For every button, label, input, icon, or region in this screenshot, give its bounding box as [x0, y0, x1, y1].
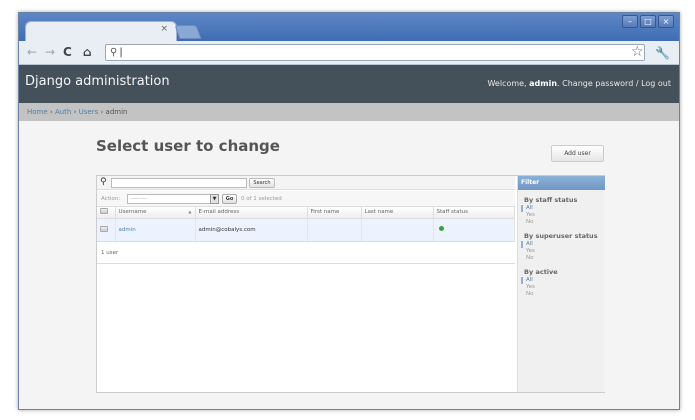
breadcrumb-separator: ›	[100, 108, 104, 116]
search-icon: ⚲	[110, 47, 118, 58]
main-content: Select user to change Add user ⚲ Search …	[19, 121, 679, 409]
row-checkbox[interactable]	[100, 225, 108, 232]
column-header-username[interactable]: Username ▲	[115, 207, 196, 219]
user-links[interactable]: . Change password / Log out	[557, 79, 671, 88]
sort-ascending-icon[interactable]: ▲	[188, 209, 191, 214]
email-cell: admin@cobalys.com	[195, 218, 308, 242]
filter-option-no[interactable]: No	[521, 291, 605, 298]
filter-options: All Yes No	[521, 241, 605, 262]
column-header-staff-status[interactable]: Staff status	[433, 207, 515, 219]
selection-counter: 0 of 1 selected	[241, 196, 282, 202]
filter-option-no[interactable]: No	[521, 255, 605, 262]
browser-toolbar: ← → C ⌂ ⚲ | ☆ 🔧	[19, 41, 679, 65]
add-user-button[interactable]: Add user	[551, 145, 604, 162]
bookmark-star-icon[interactable]: ☆	[631, 44, 644, 60]
user-tools: Welcome, admin. Change password / Log ou…	[487, 79, 671, 88]
row-select-cell	[97, 218, 116, 242]
search-input[interactable]	[111, 178, 247, 188]
column-label: E-mail address	[198, 209, 240, 216]
select-all-checkbox[interactable]	[100, 208, 108, 215]
table-row: admin admin@cobalys.com	[97, 218, 515, 242]
select-all-header[interactable]	[97, 207, 116, 219]
current-username: admin	[529, 79, 558, 88]
filter-option-all[interactable]: All	[521, 205, 605, 212]
breadcrumb-users[interactable]: Users	[79, 108, 99, 116]
search-icon: ⚲	[100, 177, 107, 187]
breadcrumb-separator: ›	[73, 108, 77, 116]
go-button[interactable]: Go	[222, 194, 237, 204]
staff-status-cell	[433, 218, 515, 242]
welcome-text: Welcome,	[487, 79, 527, 88]
minimize-button[interactable]: –	[622, 15, 638, 28]
browser-tab[interactable]: ×	[25, 21, 177, 41]
search-button[interactable]: Search	[249, 178, 275, 188]
breadcrumb-separator: ›	[49, 108, 53, 116]
filter-options: All Yes No	[521, 277, 605, 298]
home-icon[interactable]: ⌂	[83, 44, 92, 60]
browser-window: × – □ × ← → C ⌂ ⚲ | ☆ 🔧 Django administra…	[18, 12, 680, 410]
filter-option-yes[interactable]: Yes	[521, 284, 605, 291]
site-title: Django administration	[25, 74, 170, 89]
column-label: First name	[310, 209, 340, 216]
column-label: Staff status	[436, 209, 468, 216]
filter-option-yes[interactable]: Yes	[521, 248, 605, 255]
admin-header: Django administration Welcome, admin. Ch…	[19, 65, 679, 103]
column-header-last-name[interactable]: Last name	[361, 207, 434, 219]
search-toolbar: ⚲ Search	[97, 176, 515, 190]
filter-option-all[interactable]: All	[521, 277, 605, 284]
chevron-down-icon: ▼	[210, 194, 219, 204]
filter-group-title: By active	[524, 268, 558, 276]
last-name-cell	[361, 218, 434, 242]
breadcrumb-auth[interactable]: Auth	[55, 108, 71, 116]
results-table: Username ▲ E-mail address First name Last…	[97, 207, 515, 242]
status-ok-icon	[438, 226, 444, 231]
paginator: 1 user	[97, 242, 515, 264]
first-name-cell	[307, 218, 362, 242]
action-selected-value: ---------	[130, 196, 147, 202]
filter-panel: Filter By staff status All Yes No By sup…	[517, 176, 605, 392]
close-window-button[interactable]: ×	[658, 15, 674, 28]
username-link[interactable]: admin	[119, 227, 136, 233]
filter-option-yes[interactable]: Yes	[521, 212, 605, 219]
maximize-button[interactable]: □	[640, 15, 656, 28]
filter-options: All Yes No	[521, 205, 605, 226]
filter-option-all[interactable]: All	[521, 241, 605, 248]
reload-icon[interactable]: C	[63, 44, 72, 60]
action-select[interactable]: --------- ▼	[127, 194, 219, 204]
actions-bar: Action: --------- ▼ Go 0 of 1 selected	[97, 191, 515, 207]
column-header-first-name[interactable]: First name	[307, 207, 362, 219]
address-bar[interactable]: ⚲ |	[105, 44, 645, 61]
breadcrumb-home[interactable]: Home	[27, 108, 48, 116]
back-icon[interactable]: ←	[27, 44, 37, 60]
tab-close-icon[interactable]: ×	[160, 24, 168, 34]
page-title: Select user to change	[96, 137, 280, 155]
username-cell: admin	[115, 218, 196, 242]
breadcrumb: Home › Auth › Users › admin	[19, 103, 679, 121]
filter-group-title: By superuser status	[524, 232, 598, 240]
action-label: Action:	[101, 196, 121, 202]
column-label: Username	[118, 209, 147, 216]
wrench-menu-icon[interactable]: 🔧	[655, 45, 670, 61]
title-bar: × – □ ×	[19, 13, 679, 41]
filter-group-title: By staff status	[524, 196, 578, 204]
filter-title: Filter	[518, 176, 605, 190]
column-header-email[interactable]: E-mail address	[195, 207, 308, 219]
breadcrumb-current: admin	[105, 108, 128, 116]
column-label: Last name	[364, 209, 394, 216]
new-tab-button[interactable]	[174, 25, 202, 39]
forward-icon[interactable]: →	[45, 44, 55, 60]
changelist: ⚲ Search Action: --------- ▼ Go 0 of 1 s…	[96, 175, 605, 393]
filter-option-no[interactable]: No	[521, 219, 605, 226]
